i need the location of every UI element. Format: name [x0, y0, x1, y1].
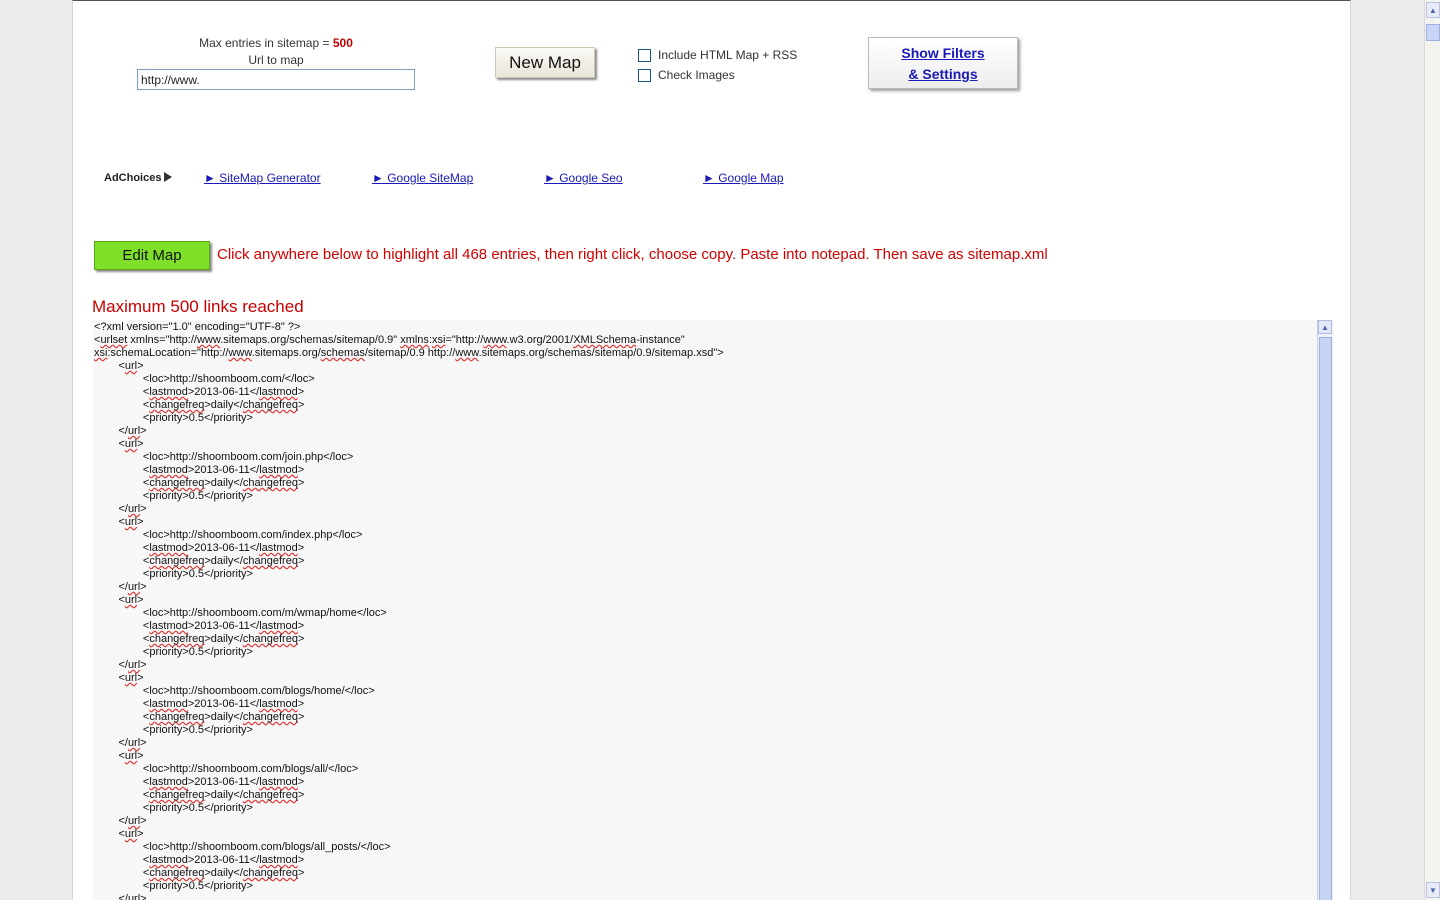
max-entries-label: Max entries in sitemap =: [199, 36, 330, 50]
map-form: Max entries in sitemap = 500 Url to map: [136, 35, 416, 90]
sitemap-xml-textarea[interactable]: <?xml version="1.0" encoding="UTF-8" ?> …: [93, 320, 1333, 900]
xml-scrollbar[interactable]: ▲: [1317, 320, 1333, 900]
ad-link-google-seo[interactable]: ► Google Seo: [544, 171, 623, 185]
max-reached-message: Maximum 500 links reached: [92, 297, 304, 316]
options-group: Include HTML Map + RSS Check Images: [638, 45, 797, 85]
adchoices-icon: [164, 172, 173, 182]
adchoices-label[interactable]: AdChoices: [104, 172, 173, 184]
window-scroll-up-icon[interactable]: ▲: [1426, 2, 1440, 18]
ad-link-google-map[interactable]: ► Google Map: [703, 171, 784, 185]
window-scroll-thumb[interactable]: [1426, 24, 1440, 41]
window-scrollbar[interactable]: ▲ ▼: [1424, 0, 1440, 900]
max-entries-line: Max entries in sitemap = 500: [136, 35, 416, 51]
check-images-option[interactable]: Check Images: [638, 65, 797, 85]
include-html-option[interactable]: Include HTML Map + RSS: [638, 45, 797, 65]
show-filters-button[interactable]: Show Filters & Settings: [868, 37, 1018, 89]
xml-scroll-thumb[interactable]: [1319, 337, 1332, 900]
include-html-checkbox[interactable]: [638, 48, 651, 62]
check-images-label: Check Images: [658, 68, 735, 82]
include-html-label: Include HTML Map + RSS: [658, 48, 798, 62]
instructions-text: Click anywhere below to highlight all 46…: [217, 246, 1048, 263]
window-scroll-down-icon[interactable]: ▼: [1426, 882, 1440, 898]
new-map-button[interactable]: New Map: [495, 47, 595, 78]
max-entries-value: 500: [332, 36, 353, 50]
check-images-checkbox[interactable]: [638, 68, 651, 82]
xml-scroll-up-icon[interactable]: ▲: [1318, 320, 1332, 334]
page-content: Max entries in sitemap = 500 Url to map …: [72, 0, 1351, 900]
url-label: Url to map: [248, 53, 304, 67]
url-input[interactable]: [137, 69, 415, 90]
settings-link[interactable]: & Settings: [869, 64, 1017, 85]
ad-link-google-sitemap[interactable]: ► Google SiteMap: [372, 171, 473, 185]
sitemap-xml-content[interactable]: <?xml version="1.0" encoding="UTF-8" ?> …: [93, 320, 1333, 900]
adchoices-text: AdChoices: [104, 172, 162, 184]
show-filters-link[interactable]: Show Filters: [869, 43, 1017, 64]
edit-map-button[interactable]: Edit Map: [94, 241, 210, 270]
ad-link-sitemap-generator[interactable]: ► SiteMap Generator: [204, 171, 321, 185]
